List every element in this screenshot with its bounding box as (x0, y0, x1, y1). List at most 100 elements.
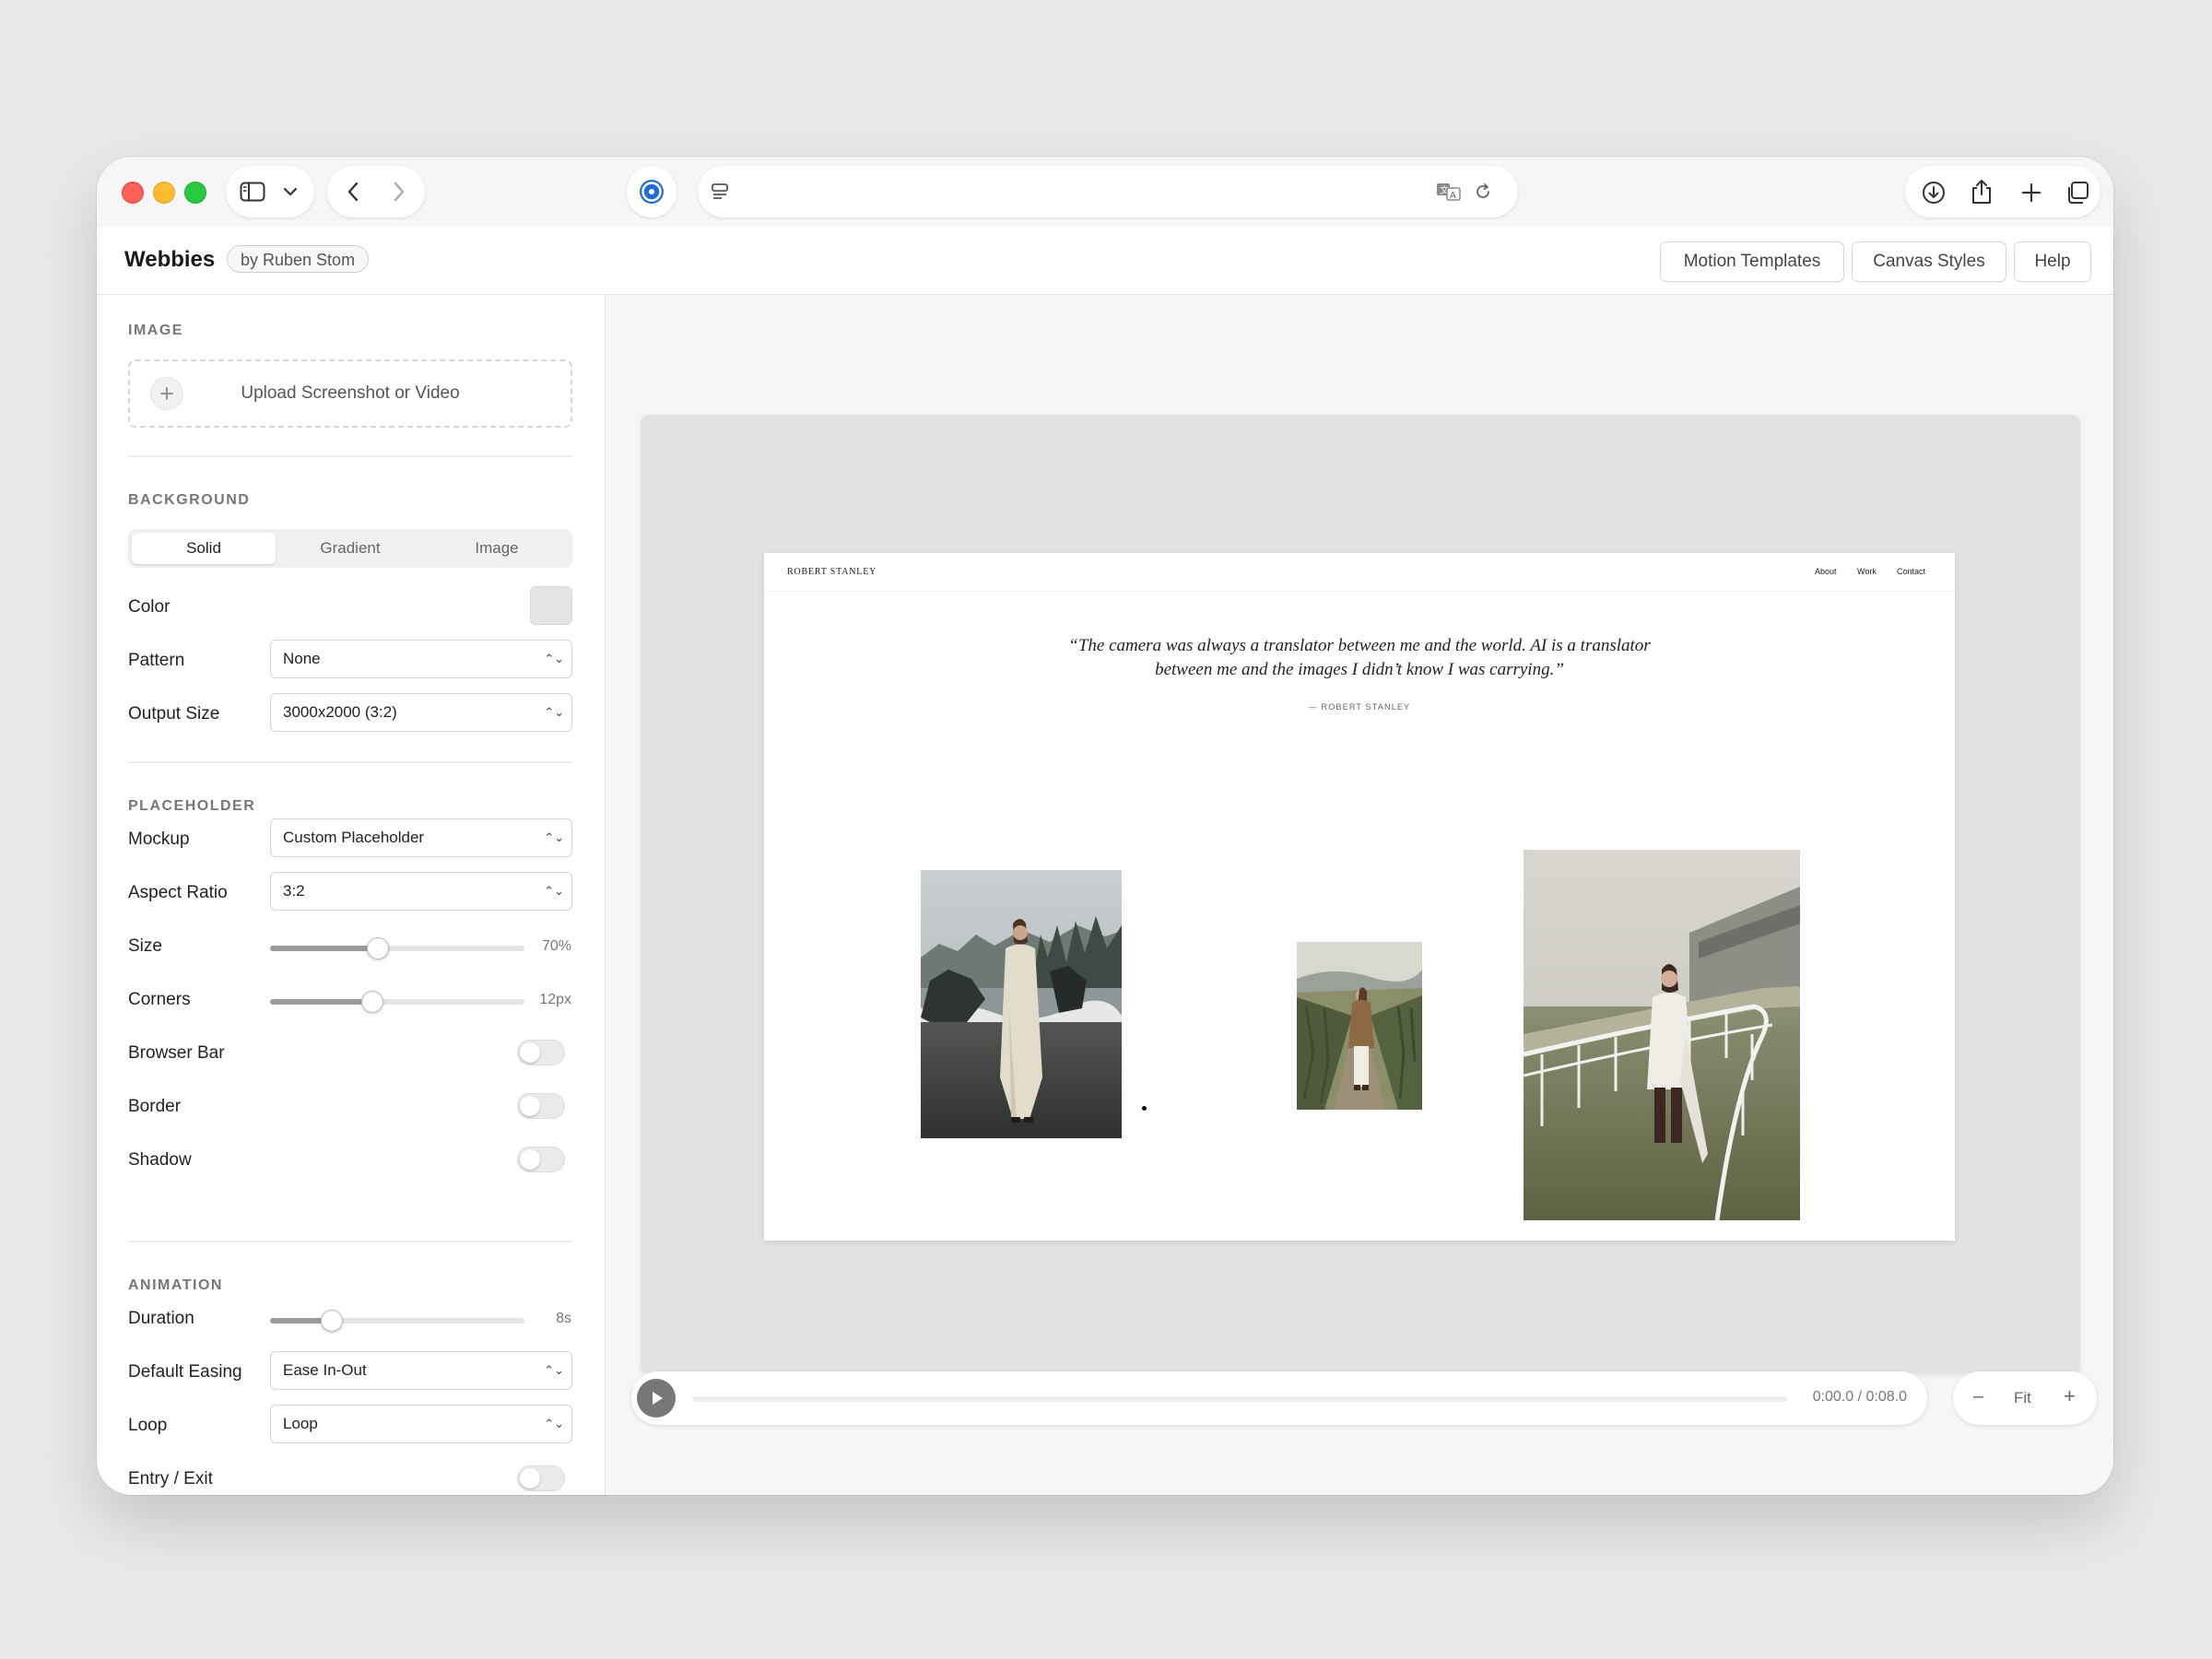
entry-exit-toggle[interactable] (517, 1465, 565, 1491)
new-tab-icon[interactable] (2018, 179, 2045, 206)
color-label: Color (128, 597, 171, 617)
mockup-value: Custom Placeholder (283, 829, 425, 846)
back-icon[interactable] (342, 181, 364, 203)
browser-toolbar: 文A (97, 157, 2113, 227)
minimize-window-button[interactable] (153, 182, 175, 204)
zoom-in-button[interactable]: + (2064, 1384, 2076, 1408)
mockup-select[interactable]: Custom Placeholder ⌃⌄ (270, 818, 572, 857)
duration-value: 8s (556, 1311, 571, 1326)
forward-icon[interactable] (388, 181, 410, 203)
address-bar[interactable]: 文A (698, 166, 1518, 218)
motion-templates-button[interactable]: Motion Templates (1660, 241, 1844, 282)
sidebar-icon[interactable] (239, 179, 266, 205)
output-size-select[interactable]: 3000x2000 (3:2) ⌃⌄ (270, 693, 572, 732)
select-chevron-icon: ⌃⌄ (544, 1417, 564, 1430)
shadow-label: Shadow (128, 1150, 192, 1170)
corners-slider[interactable] (270, 991, 524, 1013)
select-chevron-icon: ⌃⌄ (544, 705, 564, 719)
settings-sidebar: IMAGE Upload Screenshot or Video BACKGRO… (97, 295, 606, 1495)
app-header: Webbies by Ruben Stom Motion Templates C… (97, 227, 2113, 295)
pattern-value: None (283, 650, 321, 667)
playback-bar: 0:00.0 / 0:08.0 (631, 1371, 1927, 1425)
pattern-select[interactable]: None ⌃⌄ (270, 640, 572, 678)
output-size-value: 3000x2000 (3:2) (283, 703, 397, 721)
safari-icon (638, 178, 665, 206)
select-chevron-icon: ⌃⌄ (544, 1363, 564, 1377)
background-section-title: BACKGROUND (128, 492, 251, 508)
default-easing-select[interactable]: Ease In-Out ⌃⌄ (270, 1351, 572, 1390)
translate-icon[interactable]: 文A (1435, 181, 1463, 203)
author-badge[interactable]: by Ruben Stom (227, 245, 370, 273)
share-icon[interactable] (1968, 177, 1995, 206)
cursor-dot (1142, 1106, 1147, 1111)
site-header-divider (764, 591, 1955, 592)
upload-dropzone[interactable]: Upload Screenshot or Video (128, 359, 572, 428)
site-logo: ROBERT STANLEY (787, 567, 877, 577)
app-title: Webbies (124, 247, 216, 272)
zoom-controls: – Fit + (1953, 1371, 2097, 1425)
chevron-down-icon[interactable] (281, 182, 300, 201)
corners-slider-handle[interactable] (361, 991, 384, 1013)
sidebar-toggle-group (226, 166, 314, 218)
aspect-ratio-label: Aspect Ratio (128, 883, 228, 902)
loop-label: Loop (128, 1416, 168, 1435)
play-icon (653, 1392, 663, 1405)
corners-value: 12px (539, 992, 571, 1007)
corners-label: Corners (128, 990, 191, 1009)
animation-section-title: ANIMATION (128, 1277, 223, 1293)
duration-slider-handle[interactable] (321, 1310, 344, 1332)
browser-bar-toggle[interactable] (517, 1040, 565, 1065)
default-easing-value: Ease In-Out (283, 1361, 367, 1379)
select-chevron-icon: ⌃⌄ (544, 884, 564, 898)
zoom-window-button[interactable] (184, 182, 206, 204)
zoom-out-button[interactable]: – (1973, 1386, 1983, 1407)
preview-area: ROBERT STANLEY About Work Contact “The c… (606, 295, 2113, 1495)
website-placeholder: ROBERT STANLEY About Work Contact “The c… (764, 553, 1955, 1241)
tab-solid[interactable]: Solid (132, 533, 276, 564)
download-icon[interactable] (1920, 179, 1947, 206)
corners-slider-fill (270, 999, 372, 1005)
browser-bar-label: Browser Bar (128, 1043, 225, 1063)
size-slider-handle[interactable] (366, 937, 389, 959)
placeholder-section-title: PLACEHOLDER (128, 798, 256, 814)
size-slider-fill (270, 946, 377, 951)
site-nav-work: Work (1857, 567, 1877, 576)
toolbar-actions (1905, 166, 2100, 218)
zoom-fit-button[interactable]: Fit (2014, 1389, 2031, 1407)
close-window-button[interactable] (122, 182, 144, 204)
timeline-scrubber[interactable] (692, 1396, 1787, 1402)
image-section-title: IMAGE (128, 323, 183, 338)
duration-slider[interactable] (270, 1310, 524, 1332)
site-quote: “The camera was always a translator betw… (1068, 636, 1651, 679)
size-label: Size (128, 936, 162, 956)
select-chevron-icon: ⌃⌄ (544, 830, 564, 844)
site-quote-attribution: — ROBERT STANLEY (1308, 702, 1411, 712)
section-divider (128, 1241, 572, 1242)
playback-time: 0:00.0 / 0:08.0 (1812, 1389, 1907, 1405)
mockup-label: Mockup (128, 830, 190, 849)
output-size-label: Output Size (128, 704, 220, 724)
browser-window: 文A Webbies by Ruben Stom Motion Template (97, 157, 2113, 1495)
shadow-toggle[interactable] (517, 1147, 565, 1172)
help-button[interactable]: Help (2014, 241, 2091, 282)
photo-beach (921, 870, 1122, 1138)
size-slider[interactable] (270, 937, 524, 959)
page-menu-icon[interactable] (709, 181, 731, 203)
history-nav-group (327, 166, 425, 218)
safari-extension[interactable] (627, 166, 677, 218)
aspect-ratio-value: 3:2 (283, 882, 305, 900)
tab-gradient[interactable]: Gradient (278, 533, 422, 564)
loop-select[interactable]: Loop ⌃⌄ (270, 1405, 572, 1443)
entry-exit-label: Entry / Exit (128, 1469, 213, 1488)
default-easing-label: Default Easing (128, 1362, 242, 1382)
aspect-ratio-select[interactable]: 3:2 ⌃⌄ (270, 872, 572, 911)
border-toggle[interactable] (517, 1093, 565, 1119)
canvas-styles-button[interactable]: Canvas Styles (1852, 241, 2006, 282)
duration-label: Duration (128, 1309, 194, 1328)
color-swatch[interactable] (530, 586, 572, 625)
tabs-icon[interactable] (2064, 179, 2091, 206)
reload-icon[interactable] (1472, 181, 1494, 203)
background-type-tabs: Solid Gradient Image (128, 529, 572, 568)
tab-image[interactable]: Image (425, 533, 569, 564)
play-button[interactable] (637, 1379, 676, 1418)
